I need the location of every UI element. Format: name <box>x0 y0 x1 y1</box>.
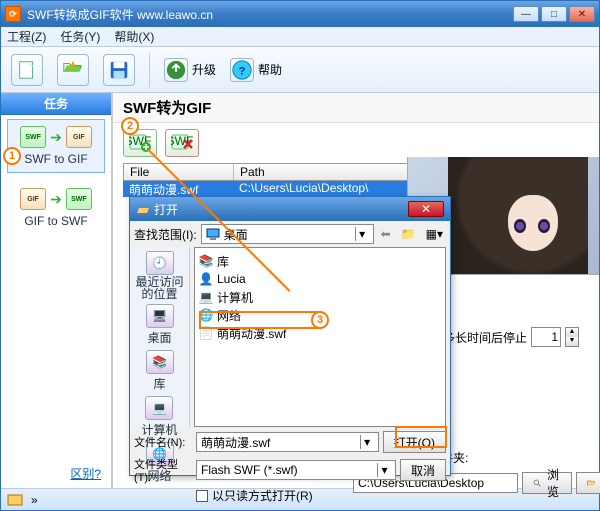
help-button[interactable]: ? 帮助 <box>230 58 282 82</box>
stop-label: 多长时间后停止 <box>443 329 527 346</box>
item-libs[interactable]: 📚库 <box>199 252 441 270</box>
filename-combo[interactable]: 萌萌动漫.swf▾ <box>196 432 379 452</box>
view-icon[interactable]: ▦▾ <box>423 227 446 241</box>
minimize-button[interactable]: — <box>513 6 539 22</box>
maximize-button[interactable]: □ <box>541 6 567 22</box>
titlebar: ⟳ SWF转换成GIF软件 www.leawo.cn — □ ✕ <box>1 1 599 27</box>
open-output-button[interactable]: 打开 <box>576 472 600 494</box>
desktop-icon <box>206 227 220 241</box>
annotation-marker-1: 1 <box>3 147 21 165</box>
task-swf-to-gif[interactable]: SWF➔GIF SWF to GIF <box>7 119 105 173</box>
dropdown-icon: ▾ <box>355 227 369 241</box>
dialog-title: 打开 <box>154 201 178 218</box>
item-computer[interactable]: 💻计算机 <box>199 288 441 306</box>
place-desktop[interactable]: 🖥桌面 <box>146 304 174 346</box>
dialog-titlebar: 打开 ✕ <box>130 197 450 221</box>
nav-up-icon[interactable]: 📁 <box>398 227 419 241</box>
dialog-open-button[interactable]: 打开(O) <box>383 431 446 453</box>
toolbar: 升级 ? 帮助 <box>1 47 599 93</box>
nav-back-icon[interactable]: ⬅ <box>378 227 394 241</box>
arrow-icon: ➔ <box>50 129 62 146</box>
dialog-cancel-button[interactable]: 取消 <box>400 459 446 481</box>
save-button[interactable] <box>103 54 135 86</box>
task-label: SWF to GIF <box>12 152 100 166</box>
place-recent[interactable]: 🕘最近访问的位置 <box>130 251 189 300</box>
lookin-value: 桌面 <box>224 226 248 243</box>
dialog-close-button[interactable]: ✕ <box>408 201 444 217</box>
upgrade-label: 升级 <box>192 61 216 78</box>
file-name: 萌萌动漫.swf <box>123 181 233 197</box>
panel-title: SWF转为GIF <box>113 93 599 123</box>
open-button[interactable] <box>57 54 89 86</box>
arrow-icon: ➔ <box>50 191 62 208</box>
file-list[interactable]: 📚库 👤Lucia 💻计算机 🌐网络 📄萌萌动漫.swf <box>194 247 446 427</box>
swf-icon: SWF <box>66 188 92 210</box>
task-label: GIF to SWF <box>12 214 100 228</box>
open-dialog: 打开 ✕ 查找范围(I): 桌面 ▾ ⬅ 📁 ▦▾ 🕘最近访问的位置 🖥桌面 📚… <box>129 196 451 476</box>
item-lucia[interactable]: 👤Lucia <box>199 270 441 288</box>
filename-label: 文件名(N): <box>134 434 192 450</box>
stop-value[interactable]: 1 <box>531 327 561 347</box>
help-label: 帮助 <box>258 61 282 78</box>
swf-file-icon: 📄 <box>199 326 213 340</box>
app-icon: ⟳ <box>5 6 21 22</box>
task-gif-to-swf[interactable]: GIF➔SWF GIF to SWF <box>7 181 105 235</box>
readonly-label: 以只读方式打开(R) <box>212 487 313 504</box>
places-bar: 🕘最近访问的位置 🖥桌面 📚库 💻计算机 🌐网络 <box>130 247 190 427</box>
close-button[interactable]: ✕ <box>569 6 595 22</box>
browse-button[interactable]: 浏览 <box>522 472 572 494</box>
svg-text:?: ? <box>239 65 246 77</box>
lookin-row: 查找范围(I): 桌面 ▾ ⬅ 📁 ▦▾ <box>130 221 450 247</box>
new-button[interactable] <box>11 54 43 86</box>
remove-file-button[interactable]: SWF <box>165 129 199 157</box>
col-file[interactable]: File <box>124 164 234 180</box>
lookin-label: 查找范围(I): <box>134 226 197 243</box>
gif-icon: GIF <box>20 188 46 210</box>
annotation-marker-2: 2 <box>121 117 139 135</box>
menu-help[interactable]: 帮助(X) <box>114 28 154 45</box>
menu-task[interactable]: 任务(Y) <box>60 28 100 45</box>
difference-link[interactable]: 区别? <box>70 465 101 482</box>
dialog-footer: 文件名(N): 萌萌动漫.swf▾ 打开(O) 文件类型(T): Flash S… <box>130 427 450 508</box>
swf-icon: SWF <box>20 126 46 148</box>
status-icon <box>7 492 23 508</box>
annotation-marker-3: 3 <box>311 311 329 329</box>
sidebar-header: 任务 <box>1 93 111 115</box>
readonly-checkbox[interactable] <box>196 490 208 502</box>
filetype-combo[interactable]: Flash SWF (*.swf)▾ <box>196 460 396 480</box>
status-sep: » <box>31 493 38 507</box>
upgrade-button[interactable]: 升级 <box>164 58 216 82</box>
filetype-label: 文件类型(T): <box>134 456 192 484</box>
lookin-combo[interactable]: 桌面 ▾ <box>201 224 374 244</box>
file-browser: 📚库 👤Lucia 💻计算机 🌐网络 📄萌萌动漫.swf <box>190 247 450 427</box>
place-libs[interactable]: 📚库 <box>146 350 174 392</box>
menu-project[interactable]: 工程(Z) <box>7 28 46 45</box>
menubar: 工程(Z) 任务(Y) 帮助(X) <box>1 27 599 47</box>
folder-icon <box>136 202 150 216</box>
window-title: SWF转换成GIF软件 www.leawo.cn <box>27 6 511 23</box>
gif-icon: GIF <box>66 126 92 148</box>
spin-arrows[interactable]: ▲▼ <box>565 327 579 347</box>
app-window: ⟳ SWF转换成GIF软件 www.leawo.cn — □ ✕ 工程(Z) 任… <box>0 0 600 511</box>
